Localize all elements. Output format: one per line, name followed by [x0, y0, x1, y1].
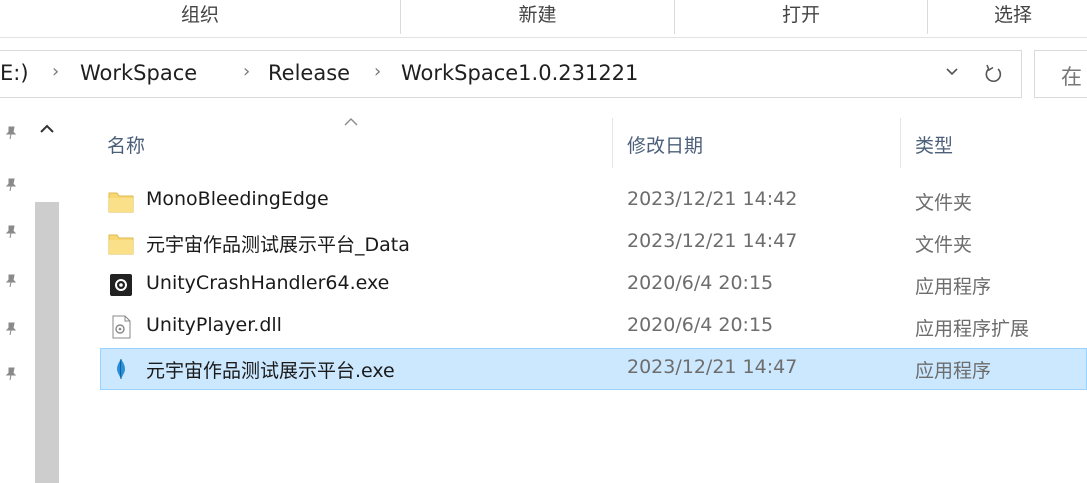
pin-icon[interactable]	[5, 178, 17, 196]
breadcrumb-release[interactable]: Release	[268, 61, 350, 85]
column-divider[interactable]	[612, 118, 613, 168]
column-header: 名称 修改日期 类型	[100, 118, 1087, 168]
sort-ascending-icon	[343, 112, 359, 126]
file-row[interactable]: UnityPlayer.dll 2020/6/4 20:15 应用程序扩展	[100, 306, 1087, 348]
pin-icon[interactable]	[5, 322, 17, 340]
search-placeholder: 在	[1061, 65, 1082, 89]
pin-icon[interactable]	[5, 274, 17, 292]
ribbon-group-new[interactable]: 新建	[401, 0, 674, 34]
file-date: 2023/12/21 14:47	[627, 356, 798, 378]
file-type: 文件夹	[915, 192, 973, 214]
ribbon-group-organize[interactable]: 组织	[0, 0, 400, 34]
file-type: 应用程序	[915, 360, 992, 382]
address-bar: E:) › WorkSpace › Release › WorkSpace1.0…	[0, 50, 1087, 98]
ribbon-group-select[interactable]: 选择	[928, 0, 1087, 34]
pin-icon[interactable]	[5, 126, 17, 144]
file-row[interactable]: UnityCrashHandler64.exe 2020/6/4 20:15 应…	[100, 264, 1087, 306]
breadcrumb-workspace[interactable]: WorkSpace	[80, 61, 197, 85]
file-date: 2020/6/4 20:15	[627, 314, 774, 336]
file-list: MonoBleedingEdge 2023/12/21 14:42 文件夹 元宇…	[100, 180, 1087, 390]
file-type: 应用程序	[915, 276, 992, 298]
unity-icon	[108, 273, 134, 297]
file-type: 文件夹	[915, 234, 973, 256]
folder-icon	[108, 231, 134, 255]
nav-scrollbar-thumb[interactable]	[35, 202, 59, 483]
ribbon-group-open[interactable]: 打开	[675, 0, 927, 34]
ribbon-bar: 组织 新建 打开 选择	[0, 0, 1087, 38]
app-exe-icon	[108, 357, 134, 381]
pin-icon[interactable]	[5, 225, 17, 243]
breadcrumb-separator[interactable]: ›	[52, 61, 59, 82]
refresh-icon[interactable]	[978, 59, 1008, 89]
breadcrumb-drive[interactable]: E:)	[0, 61, 29, 85]
breadcrumb-separator[interactable]: ›	[243, 61, 250, 82]
file-date: 2023/12/21 14:42	[627, 188, 798, 210]
column-divider[interactable]	[900, 118, 901, 168]
dll-file-icon	[108, 315, 134, 339]
file-row[interactable]: 元宇宙作品测试展示平台_Data 2023/12/21 14:47 文件夹	[100, 222, 1087, 264]
file-name: MonoBleedingEdge	[146, 188, 329, 210]
navigation-pane	[0, 112, 70, 483]
chevron-up-icon[interactable]	[36, 118, 58, 140]
ribbon-border	[0, 37, 1087, 38]
file-row-selected[interactable]: 元宇宙作品测试展示平台.exe 2023/12/21 14:47 应用程序	[100, 348, 1087, 390]
breadcrumb-current-folder[interactable]: WorkSpace1.0.231221	[401, 61, 638, 85]
address-input[interactable]: E:) › WorkSpace › Release › WorkSpace1.0…	[0, 50, 1022, 98]
column-date-modified[interactable]: 修改日期	[627, 131, 703, 158]
file-date: 2020/6/4 20:15	[627, 272, 774, 294]
file-name: 元宇宙作品测试展示平台.exe	[146, 360, 395, 382]
file-name: UnityPlayer.dll	[146, 314, 282, 336]
pin-icon[interactable]	[5, 367, 17, 385]
column-type[interactable]: 类型	[915, 131, 953, 158]
file-type: 应用程序扩展	[915, 318, 1030, 340]
chevron-down-icon[interactable]	[944, 63, 960, 84]
column-name[interactable]: 名称	[107, 131, 145, 158]
file-name: UnityCrashHandler64.exe	[146, 272, 390, 294]
file-date: 2023/12/21 14:47	[627, 230, 798, 252]
breadcrumb-separator[interactable]: ›	[374, 61, 381, 82]
search-input[interactable]: 在	[1034, 50, 1087, 98]
file-name: 元宇宙作品测试展示平台_Data	[146, 234, 410, 256]
file-row[interactable]: MonoBleedingEdge 2023/12/21 14:42 文件夹	[100, 180, 1087, 222]
folder-icon	[108, 189, 134, 213]
